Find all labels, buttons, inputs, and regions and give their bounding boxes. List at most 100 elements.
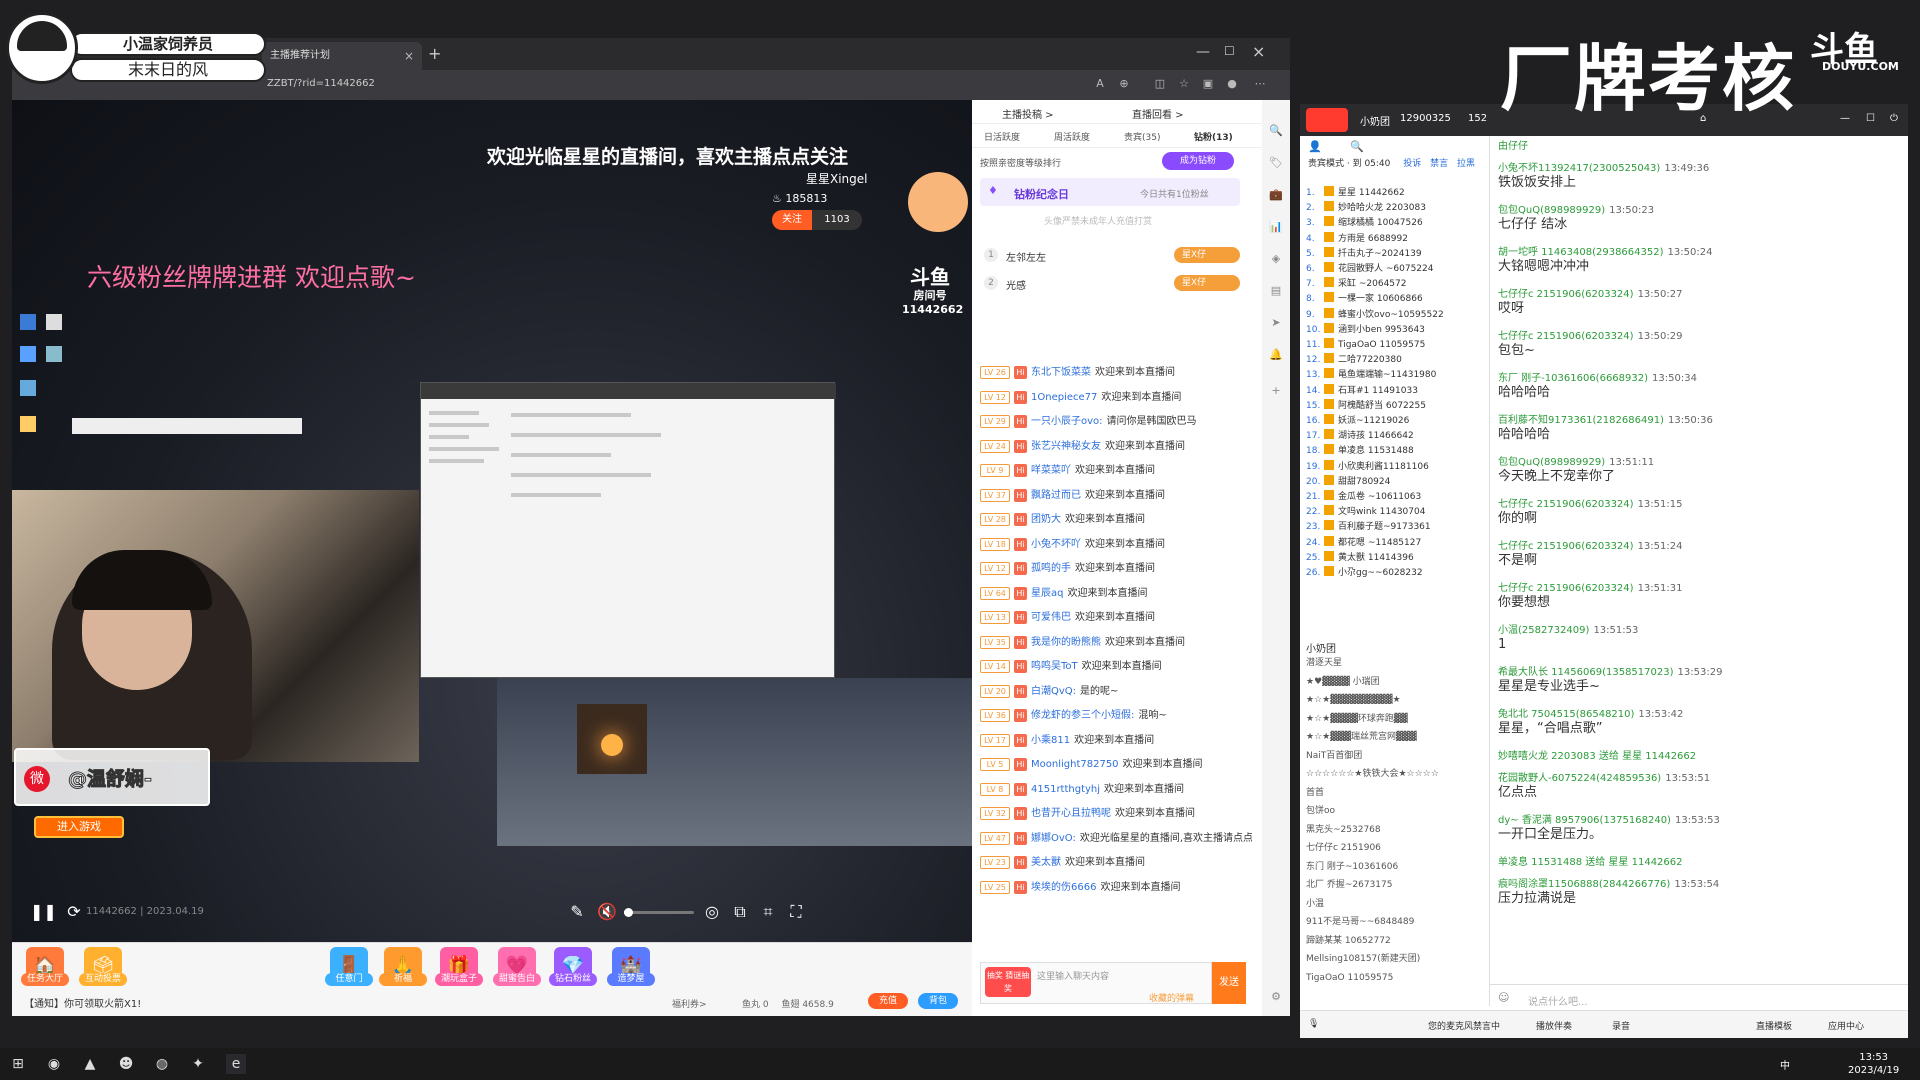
recharge-button[interactable]: 充值 (868, 993, 908, 1009)
volume-slider[interactable] (623, 908, 694, 917)
chat-username[interactable]: Moonlight782750 (1031, 759, 1119, 770)
pause-icon[interactable]: ❚❚ (30, 902, 57, 922)
read-aloud-icon[interactable]: A (1092, 77, 1108, 93)
user-row[interactable]: 4. 方雨是 6688992 (1306, 231, 1484, 247)
user-row[interactable]: 18. 单凌息 11531488 (1306, 444, 1484, 459)
chart-icon[interactable]: 📊 (1268, 220, 1284, 236)
tool-msg-user[interactable]: 痕吗阁涂罩11506888(2844266776) (1498, 879, 1670, 890)
more-icon[interactable]: ⋯ (1252, 77, 1268, 93)
fanclub-row[interactable]: 911不是马哥~~6848489 (1306, 915, 1484, 930)
diamond-memorial-banner[interactable]: ♦ 钻粉纪念日 今日共有1位粉丝 (980, 178, 1240, 206)
maximize-icon[interactable]: ☐ (1224, 44, 1235, 58)
chat-username[interactable]: 东北下饭菜菜 (1031, 367, 1091, 378)
tool-msg-user[interactable]: 小温(2582732409) (1498, 625, 1589, 636)
chat-username[interactable]: 孤鸣的手 (1031, 563, 1071, 574)
edit-icon[interactable]: ✎ (567, 902, 587, 922)
anchor-submission-button[interactable]: 主播投稿 > (1002, 106, 1054, 121)
fanclub-row[interactable]: 黑克头~2532768 (1306, 823, 1484, 838)
saved-barrage-link[interactable]: 收藏的弹幕 (1149, 991, 1194, 1004)
minimize-icon[interactable]: — (1840, 113, 1850, 124)
bag-button[interactable]: 背包 (918, 993, 958, 1009)
users-action-complain[interactable]: 投诉 (1403, 159, 1421, 169)
tool-msg-user[interactable]: dy~ 香泥满 8957906(1375168240) (1498, 815, 1671, 826)
emoji-icon[interactable]: ☺ (1498, 991, 1509, 1004)
chat-username[interactable]: 埃埃的伤6666 (1031, 882, 1096, 893)
close-icon[interactable]: × (1252, 42, 1265, 61)
picture-in-picture-icon[interactable]: ⧉ (730, 902, 750, 922)
fanclub-row[interactable]: ★☆★▓▓▓▓▓▓▓▓▓★ (1306, 693, 1484, 708)
power-icon[interactable]: ⏻ (1890, 113, 1898, 124)
chat-username[interactable]: 白潮QvQ: (1031, 686, 1076, 697)
minimize-icon[interactable]: — (1196, 44, 1210, 60)
user-row[interactable]: 8. 一棵一家 10606866 (1306, 292, 1484, 307)
send-icon[interactable]: ➤ (1268, 316, 1284, 332)
accompaniment-button[interactable]: 播放伴奏 (1536, 1019, 1572, 1032)
user-row[interactable]: 26. 小尕gg~~6028232 (1306, 566, 1484, 581)
tab-vip[interactable]: 贵宾(35) (1124, 130, 1160, 143)
tool-msg-user[interactable]: 七仔仔c 2151906(6203324) (1498, 583, 1634, 594)
app-icon-1[interactable]: ◉ (44, 1054, 64, 1074)
games-icon[interactable]: ◈ (1268, 252, 1284, 268)
fanclub-row[interactable]: TigaOaO 11059575 (1306, 971, 1484, 986)
chat-username[interactable]: 星辰aq (1031, 588, 1063, 599)
fullscreen-icon[interactable]: ⛶ (786, 902, 806, 922)
user-row[interactable]: 13. 黾鱼端端输~11431980 (1306, 368, 1484, 383)
tool-msg-user[interactable]: 由仔仔 (1498, 141, 1528, 152)
fanclub-row[interactable]: 潜逐天星 (1306, 656, 1484, 671)
notice-text[interactable]: 【通知】你可领取火箭X1! (24, 995, 141, 1010)
chat-username[interactable]: 小兔不坏吖 (1031, 539, 1081, 550)
chat-username[interactable]: 张艺兴神秘女友 (1031, 441, 1101, 452)
user-row[interactable]: 16. 妖派~11219026 (1306, 414, 1484, 429)
user-row[interactable]: 5. 扦击丸子~2024139 (1306, 246, 1484, 262)
chat-username[interactable]: 飘路过而已 (1031, 490, 1081, 501)
tab-weekly-activity[interactable]: 周活跃度 (1054, 130, 1090, 143)
profile-icon[interactable]: ● (1224, 77, 1240, 93)
fanclub-row[interactable]: Mellsing108157(新建天团) (1306, 952, 1484, 967)
fanclub-row[interactable]: NaiT百首御团 (1306, 749, 1484, 764)
live-template-button[interactable]: 直播模板 (1756, 1019, 1792, 1032)
split-screen-icon[interactable]: ◫ (1152, 77, 1168, 93)
user-row[interactable]: 24. 都花嗯 ~11485127 (1306, 535, 1484, 551)
rank-row[interactable]: 1 左邻左左 星X仔 (980, 244, 1250, 266)
bell-icon[interactable]: 🔔 (1268, 348, 1284, 364)
tab-close-icon[interactable]: × (404, 42, 420, 70)
refresh-icon[interactable]: ⟳ (64, 902, 84, 922)
user-row[interactable]: 12. 二哈77220380 (1306, 353, 1484, 368)
lottery-button[interactable]: 抽奖 猜谜抽奖 (985, 967, 1031, 997)
user-row[interactable]: 9. 蜂蜜小饮ovo~10595522 (1306, 307, 1484, 323)
chat-username[interactable]: 可爱伟巴 (1031, 612, 1071, 623)
browser-taskbar-icon[interactable]: e (226, 1054, 246, 1074)
chat-username[interactable]: 鸣鸣吴ToT (1031, 661, 1078, 672)
fanclub-row[interactable]: ★☆★▓▓▓▓环球奔跑▓▓ (1306, 712, 1484, 727)
add-icon[interactable]: + (1268, 384, 1284, 400)
user-row[interactable]: 22. 文吗wink 11430704 (1306, 505, 1484, 520)
office-icon[interactable]: ▤ (1268, 284, 1284, 300)
user-row[interactable]: 10. 涵到小ben 9953643 (1306, 322, 1484, 338)
fanclub-row[interactable]: ☆☆☆☆☆☆★铁铁大会★☆☆☆☆ (1306, 767, 1484, 782)
tool-msg-user[interactable]: 七仔仔c 2151906(6203324) (1498, 499, 1634, 510)
chat-username[interactable]: 修龙虾的参三个小短假: (1031, 710, 1134, 721)
app-icon-4[interactable]: ◍ (152, 1054, 172, 1074)
chat-input[interactable]: 抽奖 猜谜抽奖 这里输入聊天内容 收藏的弹幕 (980, 962, 1212, 1004)
browser-tab[interactable]: 主播推荐计划 (262, 42, 422, 70)
tool-msg-user[interactable]: 包包QuQ(898989929) (1498, 205, 1605, 216)
chat-username[interactable]: 1Onepiece77 (1031, 392, 1097, 403)
collections-icon[interactable]: ▣ (1200, 77, 1216, 93)
quality-icon[interactable]: ◎ (702, 902, 722, 922)
fanclub-row[interactable]: 北厂 乔握~2673175 (1306, 878, 1484, 893)
fanclub-row[interactable]: 包饼oo (1306, 804, 1484, 819)
user-row[interactable]: 7. 采缸 ~2064572 (1306, 277, 1484, 292)
ime-indicator[interactable]: 中 (1780, 1057, 1790, 1072)
anchor-avatar[interactable] (908, 172, 968, 232)
user-row[interactable]: 17. 湖诗孩 11466642 (1306, 429, 1484, 444)
search-icon[interactable]: 🔍 (1350, 140, 1364, 153)
tool-msg-user[interactable]: 希最大队长 11456069(1358517023) (1498, 667, 1674, 678)
user-row[interactable]: 6. 花园散野人 ~6075224 (1306, 262, 1484, 277)
tool-chat-input[interactable]: ☺ 说点什么吧... (1490, 984, 1908, 1012)
video-player[interactable]: 欢迎光临星星的直播间，喜欢主播点点关注 星星Xingel ♨ 185813 关注… (12, 100, 972, 942)
user-row[interactable]: 21. 金瓜卷 ~10611063 (1306, 490, 1484, 505)
chat-username[interactable]: 我是你的盼熊熊 (1031, 637, 1101, 648)
start-icon[interactable]: ⊞ (8, 1054, 28, 1074)
briefcase-icon[interactable]: 💼 (1268, 188, 1284, 204)
become-diamond-fan-button[interactable]: 成为钻粉 (1162, 152, 1234, 170)
